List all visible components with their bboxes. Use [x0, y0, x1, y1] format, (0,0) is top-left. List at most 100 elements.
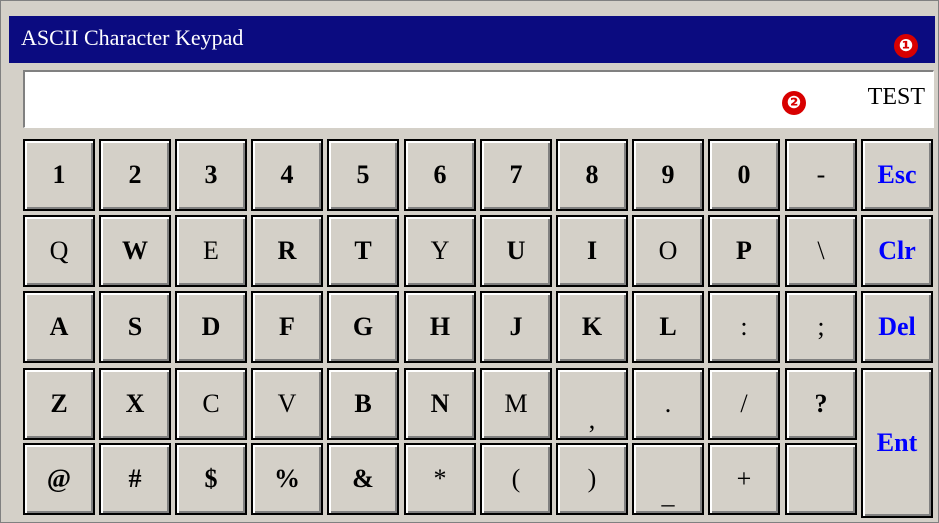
key-char-72[interactable]: H	[404, 291, 476, 363]
key-char-81[interactable]: Q	[23, 215, 95, 287]
key-label: Esc	[877, 160, 917, 189]
key-char-38[interactable]: &	[327, 443, 399, 515]
key-label: O	[658, 236, 678, 265]
key-label: ,	[588, 405, 596, 434]
key-char-41[interactable]: )	[556, 443, 628, 515]
key-char-44[interactable]: ,	[556, 368, 628, 440]
key-label: &	[352, 464, 374, 493]
del-key[interactable]: Del	[861, 291, 933, 363]
window-title: ASCII Character Keypad	[21, 25, 244, 50]
key-label: S	[127, 312, 143, 341]
key-char-51[interactable]: 3	[175, 139, 247, 211]
key-char-43[interactable]: +	[708, 443, 780, 515]
key-blank[interactable]	[785, 443, 857, 515]
key-char-92[interactable]: \	[785, 215, 857, 287]
esc-key[interactable]: Esc	[861, 139, 933, 211]
key-char-82[interactable]: R	[251, 215, 323, 287]
key-char-75[interactable]: K	[556, 291, 628, 363]
key-char-40[interactable]: (	[480, 443, 552, 515]
key-char-74[interactable]: J	[480, 291, 552, 363]
key-char-84[interactable]: T	[327, 215, 399, 287]
key-char-64[interactable]: @	[23, 443, 95, 515]
key-char-76[interactable]: L	[632, 291, 704, 363]
key-char-46[interactable]: .	[632, 368, 704, 440]
key-label: ;	[817, 312, 825, 341]
key-char-70[interactable]: F	[251, 291, 323, 363]
key-label: N	[430, 389, 450, 418]
key-char-49[interactable]: 1	[23, 139, 95, 211]
key-char-90[interactable]: Z	[23, 368, 95, 440]
key-char-57[interactable]: 9	[632, 139, 704, 211]
key-char-71[interactable]: G	[327, 291, 399, 363]
key-label: 3	[204, 160, 218, 189]
key-char-77[interactable]: M	[480, 368, 552, 440]
key-label: $	[204, 464, 218, 493]
key-char-73[interactable]: I	[556, 215, 628, 287]
key-label: R	[277, 236, 297, 265]
key-label: \	[817, 236, 825, 265]
key-char-48[interactable]: 0	[708, 139, 780, 211]
key-char-54[interactable]: 6	[404, 139, 476, 211]
key-label: T	[354, 236, 372, 265]
key-char-42[interactable]: *	[404, 443, 476, 515]
key-label: ?	[814, 389, 828, 418]
key-char-85[interactable]: U	[480, 215, 552, 287]
key-char-87[interactable]: W	[99, 215, 171, 287]
key-char-69[interactable]: E	[175, 215, 247, 287]
key-label: D	[201, 312, 221, 341]
key-label: %	[274, 464, 300, 493]
key-label: Y	[430, 236, 450, 265]
key-label: #	[128, 464, 142, 493]
key-label: (	[511, 464, 521, 493]
callout-badge-1: ❶	[894, 34, 918, 58]
key-label: G	[352, 312, 374, 341]
key-char-83[interactable]: S	[99, 291, 171, 363]
key-char-89[interactable]: Y	[404, 215, 476, 287]
key-char-79[interactable]: O	[632, 215, 704, 287]
key-char-50[interactable]: 2	[99, 139, 171, 211]
key-char-58[interactable]: :	[708, 291, 780, 363]
clr-key[interactable]: Clr	[861, 215, 933, 287]
key-label: 4	[280, 160, 294, 189]
key-label: B	[354, 389, 372, 418]
key-char-80[interactable]: P	[708, 215, 780, 287]
key-char-65[interactable]: A	[23, 291, 95, 363]
key-char-47[interactable]: /	[708, 368, 780, 440]
key-char-36[interactable]: $	[175, 443, 247, 515]
key-char-56[interactable]: 8	[556, 139, 628, 211]
key-label: :	[740, 312, 748, 341]
key-char-59[interactable]: ;	[785, 291, 857, 363]
key-label: V	[277, 389, 297, 418]
key-char-52[interactable]: 4	[251, 139, 323, 211]
key-char-86[interactable]: V	[251, 368, 323, 440]
key-char-53[interactable]: 5	[327, 139, 399, 211]
key-label: Del	[878, 312, 916, 341]
key-label: 2	[128, 160, 142, 189]
key-char-95[interactable]: _	[632, 443, 704, 515]
key-char-88[interactable]: X	[99, 368, 171, 440]
key-char-55[interactable]: 7	[480, 139, 552, 211]
key-label: F	[279, 312, 295, 341]
key-char-45[interactable]: -	[785, 139, 857, 211]
key-label: 1	[52, 160, 66, 189]
key-char-66[interactable]: B	[327, 368, 399, 440]
key-label: M	[504, 389, 528, 418]
ent-key[interactable]: Ent	[861, 368, 933, 518]
key-label: I	[586, 236, 598, 265]
key-char-37[interactable]: %	[251, 443, 323, 515]
display-value: TEST	[867, 84, 925, 110]
key-char-67[interactable]: C	[175, 368, 247, 440]
key-label: C	[202, 389, 220, 418]
key-label: *	[433, 464, 447, 493]
key-label: _	[661, 480, 675, 509]
key-label: 6	[433, 160, 447, 189]
key-char-63[interactable]: ?	[785, 368, 857, 440]
key-label: Z	[50, 389, 68, 418]
key-char-78[interactable]: N	[404, 368, 476, 440]
key-label: -	[816, 160, 826, 189]
key-label: J	[509, 312, 523, 341]
key-label: 8	[585, 160, 599, 189]
key-label: +	[736, 464, 752, 493]
key-char-68[interactable]: D	[175, 291, 247, 363]
key-char-35[interactable]: #	[99, 443, 171, 515]
